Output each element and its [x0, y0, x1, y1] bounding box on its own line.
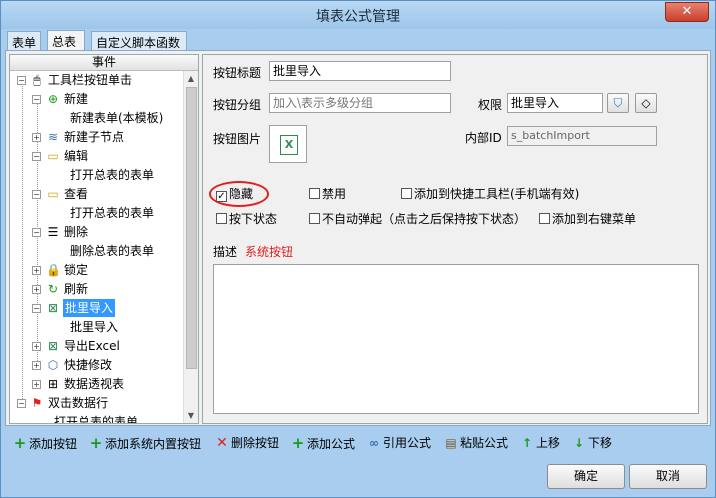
shield-icon[interactable]: ⛉	[607, 93, 629, 113]
button-group-label: 按钮分组	[213, 98, 262, 112]
paste-formula-button[interactable]: ▤ 粘贴公式	[444, 433, 508, 453]
internal-id-label: 内部ID	[465, 131, 502, 145]
tab-custom-script[interactable]: 自定义脚本函数	[91, 31, 187, 50]
collapse-icon[interactable]: −	[32, 190, 41, 199]
arrow-up-icon: ↑	[521, 436, 533, 450]
window-title: 填表公式管理	[316, 9, 400, 25]
event-tree[interactable]: − 🖱 工具栏按钮单击 − ⊕ 新建 新建表单(本模板) + ≋ 新建子节点 −…	[10, 71, 183, 423]
move-up-button[interactable]: ↑ 上移	[520, 433, 560, 453]
expand-icon[interactable]: +	[32, 342, 41, 351]
tab-summary[interactable]: 总表	[47, 30, 85, 51]
collapse-icon[interactable]: −	[32, 152, 41, 161]
internal-id-input[interactable]: s_batchImport	[507, 126, 657, 146]
layers-icon: ≋	[47, 130, 59, 144]
expand-icon[interactable]: +	[32, 380, 41, 389]
move-down-button[interactable]: ↓ 下移	[572, 433, 612, 453]
bottom-toolbar: + 添加按钮 + 添加系统内置按钮 ✕ 删除按钮 + 添加公式 ∞ 引用公式 ▤ 粘贴公式 …	[1, 431, 715, 455]
refresh-icon: ↻	[47, 282, 59, 296]
disabled-checkbox[interactable]: 禁用	[309, 186, 346, 202]
expand-icon[interactable]: +	[32, 133, 41, 142]
description-label: 描述	[213, 245, 238, 259]
add-builtin-button[interactable]: + 添加系统内置按钮	[89, 433, 201, 453]
tab-form[interactable]: 表单	[7, 31, 41, 50]
cursor-click-icon: 🖱	[33, 73, 41, 87]
system-button-tag: 系统按钮	[245, 245, 294, 259]
expand-icon[interactable]: +	[32, 285, 41, 294]
lock-icon: 🔒	[46, 263, 61, 277]
plus-icon: +	[13, 434, 27, 452]
collapse-icon[interactable]: −	[17, 399, 26, 408]
button-title-label: 按钮标题	[213, 66, 262, 80]
add-quick-toolbar-checkbox[interactable]: 添加到快捷工具栏(手机端有效)	[401, 186, 579, 202]
button-title-input[interactable]: 批里导入	[269, 61, 451, 81]
button-group-input[interactable]: 加入\表示多级分组	[269, 93, 451, 113]
client-area: 事件 − 🖱 工具栏按钮单击 − ⊕ 新建 新建表单(本模板) + ≋ 新建子节…	[5, 50, 711, 426]
hidden-checkbox[interactable]: ✓ 隐藏	[216, 186, 253, 202]
delete-button[interactable]: ✕ 删除按钮	[215, 433, 279, 453]
scroll-thumb[interactable]	[186, 87, 197, 369]
tree-line	[22, 81, 23, 403]
paste-icon: ▤	[445, 436, 457, 450]
checkbox-checked-icon: ✓	[216, 191, 227, 202]
eraser-icon[interactable]: ◇	[635, 93, 657, 113]
excel-icon: ⊠	[47, 301, 59, 315]
expand-icon[interactable]: +	[32, 266, 41, 275]
plus-icon: +	[291, 434, 305, 452]
pivot-table-icon: ⊞	[47, 377, 59, 391]
expand-icon[interactable]: +	[32, 361, 41, 370]
add-context-menu-checkbox[interactable]: 添加到右键菜单	[539, 211, 636, 227]
ok-button[interactable]: 确定	[547, 464, 625, 489]
cancel-button[interactable]: 取消	[629, 464, 707, 489]
plus-circle-icon: ⊕	[47, 92, 59, 106]
permission-input[interactable]: 批里导入	[507, 93, 603, 113]
formula-manager-window: 填表公式管理 ✕ 表单 总表 自定义脚本函数 事件 − 🖱 工具栏按钮单击 − …	[0, 0, 716, 498]
add-button[interactable]: + 添加按钮	[13, 433, 77, 453]
tree-header: 事件	[10, 55, 198, 71]
collapse-icon[interactable]: −	[32, 228, 41, 237]
arrow-down-icon: ↓	[573, 436, 585, 450]
add-formula-button[interactable]: + 添加公式	[291, 433, 355, 453]
folder-icon: ▭	[47, 149, 59, 163]
scroll-down-icon[interactable]: ▼	[184, 408, 198, 423]
open-folder-icon: ▭	[47, 187, 59, 201]
description-textarea[interactable]	[213, 264, 699, 414]
press-state-checkbox[interactable]: 按下状态	[216, 211, 277, 227]
button-properties-panel: 按钮标题 批里导入 按钮分组 加入\表示多级分组 权限 批里导入 ⛉ ◇ 按钮图…	[202, 54, 708, 424]
titlebar: 填表公式管理 ✕	[1, 1, 715, 29]
scroll-up-icon[interactable]: ▲	[184, 71, 198, 86]
link-icon: ∞	[369, 436, 379, 450]
collapse-icon[interactable]: −	[32, 95, 41, 104]
button-image-box[interactable]: X	[269, 125, 307, 163]
delete-icon: ☰	[47, 225, 59, 239]
button-group-placeholder: 加入\表示多级分组	[273, 96, 374, 110]
delete-x-icon: ✕	[216, 435, 228, 451]
close-button[interactable]: ✕	[665, 2, 709, 22]
event-tree-panel: 事件 − 🖱 工具栏按钮单击 − ⊕ 新建 新建表单(本模板) + ≋ 新建子节…	[9, 54, 199, 424]
plus-icon: +	[89, 434, 103, 452]
excel-export-icon: ⊠	[47, 339, 59, 353]
flag-icon: ⚑	[31, 396, 43, 410]
collapse-icon[interactable]: −	[32, 304, 41, 313]
no-auto-popup-checkbox[interactable]: 不自动弹起（点击之后保持按下状态）	[309, 211, 526, 227]
permission-label: 权限	[478, 98, 503, 112]
button-image-label: 按钮图片	[213, 132, 262, 146]
tree-scrollbar[interactable]: ▲ ▼	[183, 71, 198, 423]
excel-image-icon: X	[280, 135, 298, 155]
collapse-icon[interactable]: −	[17, 76, 26, 85]
reference-formula-button[interactable]: ∞ 引用公式	[367, 433, 431, 453]
quick-edit-icon: ⬡	[47, 358, 59, 372]
